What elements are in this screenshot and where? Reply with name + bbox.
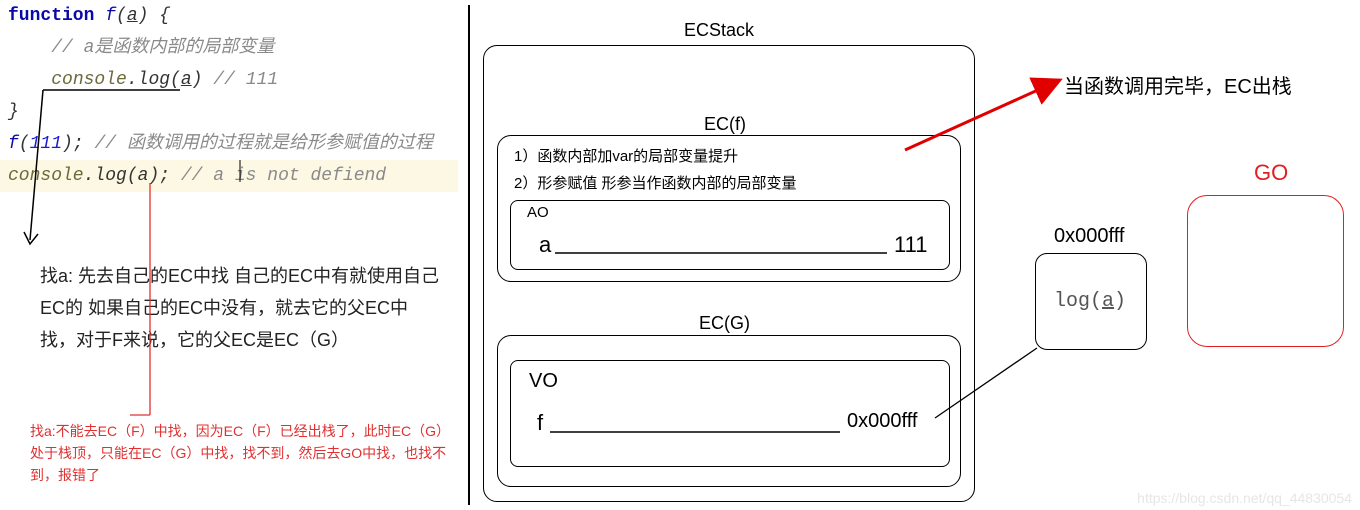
go-label: GO [1250, 160, 1292, 186]
comment-local-var: // a是函数内部的局部变量 [51, 38, 274, 58]
heap-log: log( [1054, 290, 1102, 313]
call-close: ); [62, 134, 84, 154]
ao-box [510, 200, 950, 270]
code-line-4: } [0, 96, 468, 128]
call-f: f [8, 134, 19, 154]
vo-val-addr: 0x000fff [843, 410, 921, 433]
log-arg-a: a [181, 70, 192, 90]
ecf-note2: 2）形参赋值 形参当作函数内部的局部变量 [510, 172, 801, 193]
call-num: 111 [30, 134, 62, 154]
log-close: ) [192, 70, 203, 90]
ecf-note1: 1）函数内部加var的局部变量提升 [510, 145, 742, 166]
code-line-3: console.log(a) // 111 [0, 64, 468, 96]
comment-notdef: // a is not defiend [170, 166, 386, 186]
heap-address: 0x000fff [1050, 225, 1128, 248]
ao-var-a: a [535, 232, 555, 258]
param-a: a [127, 6, 138, 26]
ecf-label: EC(f) [700, 114, 750, 135]
explain-scope-chain: 找a: 先去自己的EC中找 自己的EC中有就使用自己EC的 如果自己的EC中没有… [40, 260, 440, 356]
paren-open: ( [116, 6, 127, 26]
code-line-2: // a是函数内部的局部变量 [0, 32, 468, 64]
vo-label: VO [525, 370, 562, 393]
dot-log: .log( [127, 70, 181, 90]
diagram-area: ECStack EC(f) 1）函数内部加var的局部变量提升 2）形参赋值 形… [475, 0, 1355, 510]
dot-log2: .log( [84, 166, 138, 186]
heap-content: log(a) [1050, 290, 1130, 313]
call-open: ( [19, 134, 30, 154]
code-area: function f(a) { // a是函数内部的局部变量 console.l… [0, 0, 468, 510]
console-obj: console [51, 70, 127, 90]
code-line-5: f(111); // 函数调用的过程就是给形参赋值的过程 [0, 128, 468, 160]
kw-function: function [8, 6, 94, 26]
ecg-label: EC(G) [695, 313, 754, 334]
explain-error: 找a:不能去EC（F）中找，因为EC（F）已经出栈了，此时EC（G）处于栈顶，只… [30, 420, 450, 486]
log2-close: ); [148, 166, 170, 186]
ao-val-111: 111 [890, 232, 931, 258]
vertical-divider [468, 5, 470, 505]
comment-111: // 111 [202, 70, 278, 90]
code-line-1: function f(a) { [0, 0, 468, 32]
arrow-annotation: 当函数调用完毕，EC出栈 [1060, 70, 1296, 99]
vo-var-f: f [533, 410, 547, 436]
code-line-6: console.log(a); // a is not defiend [0, 160, 458, 192]
watermark: https://blog.csdn.net/qq_44830054 [1137, 490, 1352, 506]
heap-close: ) [1114, 290, 1126, 313]
fn-name: f [94, 6, 116, 26]
log2-arg: a [138, 166, 149, 186]
console-obj2: console [8, 166, 84, 186]
ecstack-label: ECStack [680, 20, 758, 41]
paren-close: ) { [138, 6, 170, 26]
ao-label: AO [523, 204, 553, 221]
call-comment: // 函数调用的过程就是给形参赋值的过程 [84, 134, 433, 154]
heap-arg-a: a [1102, 290, 1114, 313]
go-box [1187, 195, 1344, 347]
